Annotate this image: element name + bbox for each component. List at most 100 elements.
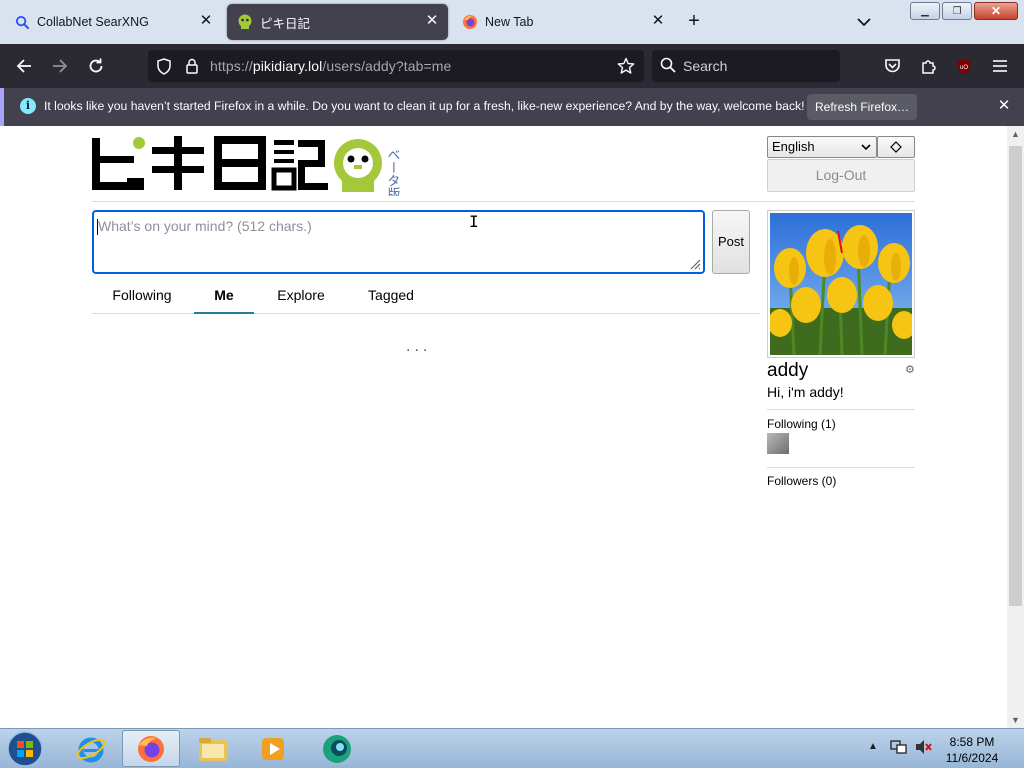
- magnifier-icon: [14, 14, 30, 30]
- taskbar-file-explorer[interactable]: [184, 730, 242, 767]
- ibeam-cursor-icon: I: [469, 212, 479, 231]
- resize-grip-icon[interactable]: [689, 258, 701, 270]
- close-notification-icon[interactable]: ✕: [994, 96, 1014, 116]
- lock-icon[interactable]: [183, 57, 201, 75]
- address-bar[interactable]: https://pikidiary.lol/users/addy?tab=me: [148, 50, 644, 82]
- back-button[interactable]: [10, 52, 38, 80]
- clock-time: 8:58 PM: [949, 735, 995, 749]
- tab-explore[interactable]: Explore: [266, 276, 336, 314]
- arrow-left-icon: [16, 59, 31, 73]
- minimize-button[interactable]: ▁: [910, 2, 940, 20]
- search-bar[interactable]: Search: [652, 50, 840, 82]
- following-count[interactable]: Following (1): [767, 417, 836, 431]
- restore-icon: ❐: [952, 5, 962, 17]
- pikidiary-icon: [237, 14, 253, 30]
- close-window-button[interactable]: ✕: [974, 2, 1018, 20]
- forward-button[interactable]: [46, 52, 74, 80]
- chevron-down-icon: [861, 144, 871, 151]
- following-user-avatar[interactable]: [767, 433, 789, 454]
- reload-button[interactable]: [82, 52, 110, 80]
- scroll-down-icon[interactable]: ▼: [1007, 712, 1024, 728]
- tab-strip: CollabNet SearXNG ✕ ピキ日記 ✕ New Tab ✕ + ▁…: [0, 0, 1024, 44]
- new-tab-button[interactable]: +: [682, 10, 706, 34]
- logo-beta-badge: ベータ版2: [385, 148, 401, 196]
- ublock-shield-icon: uO: [957, 58, 971, 74]
- app-menu-button[interactable]: [986, 52, 1014, 80]
- restore-button[interactable]: ❐: [942, 2, 972, 20]
- site-logo[interactable]: ベータ版2: [92, 134, 404, 208]
- hamburger-menu-icon: [993, 60, 1007, 72]
- language-value: English: [772, 139, 815, 154]
- url-text[interactable]: https://pikidiary.lol/users/addy?tab=me: [210, 58, 451, 74]
- svg-text:uO: uO: [960, 65, 968, 71]
- refresh-firefox-notification: i It looks like you haven’t started Fire…: [0, 88, 1024, 126]
- page-scrollbar[interactable]: ▲ ▼: [1007, 126, 1024, 728]
- close-tab-icon[interactable]: ✕: [424, 13, 440, 29]
- profile-avatar[interactable]: [767, 210, 916, 358]
- pocket-button[interactable]: [878, 52, 906, 80]
- post-compose-textarea[interactable]: What’s on your mind? (512 chars.): [92, 210, 705, 274]
- reload-icon: [89, 58, 103, 73]
- pocket-icon: [884, 59, 900, 73]
- compose-placeholder: What’s on your mind? (512 chars.): [98, 218, 312, 234]
- followers-count[interactable]: Followers (0): [767, 474, 836, 488]
- internet-explorer-icon: [76, 737, 106, 762]
- tab-title: New Tab: [485, 15, 534, 29]
- tab-new-tab[interactable]: New Tab ✕: [452, 4, 674, 40]
- firefox-icon: [462, 14, 478, 30]
- info-icon: i: [20, 98, 36, 114]
- scroll-up-icon[interactable]: ▲: [1007, 126, 1024, 142]
- taskbar-media-player[interactable]: [244, 730, 302, 767]
- taskbar-firefox[interactable]: [122, 730, 180, 767]
- shield-icon[interactable]: [155, 57, 173, 75]
- logout-button[interactable]: Log-Out: [767, 159, 915, 192]
- windows-logo-icon: [7, 731, 43, 767]
- start-button[interactable]: [6, 731, 46, 767]
- tab-pikidiary[interactable]: ピキ日記 ✕: [227, 4, 448, 40]
- window-controls: ▁ ❐ ✕: [910, 2, 1018, 20]
- url-path: /users/addy?tab=me: [322, 58, 452, 74]
- close-tab-icon[interactable]: ✕: [650, 13, 666, 29]
- header-divider: [92, 201, 915, 202]
- tab-title: CollabNet SearXNG: [37, 15, 149, 29]
- media-player-icon: [262, 737, 284, 760]
- taskbar-app[interactable]: [308, 730, 366, 767]
- extensions-button[interactable]: [914, 52, 942, 80]
- tab-tagged[interactable]: Tagged: [356, 276, 426, 314]
- diamond-icon: [890, 141, 902, 153]
- url-host: pikidiary.lol: [252, 58, 323, 74]
- profile-bio: Hi, i'm addy!: [767, 384, 844, 400]
- search-placeholder: Search: [683, 58, 728, 74]
- show-hidden-icons[interactable]: ▲: [868, 741, 878, 752]
- arrow-right-icon: [53, 59, 68, 73]
- theme-toggle-button[interactable]: [877, 136, 915, 158]
- refresh-firefox-button[interactable]: Refresh Firefox…: [807, 94, 917, 120]
- sidebar-divider: [767, 467, 915, 468]
- system-clock[interactable]: 8:58 PM 11/6/2024: [930, 734, 1014, 766]
- sidebar-divider: [767, 409, 915, 410]
- clock-date: 11/6/2024: [945, 751, 999, 765]
- tab-collabnet-searxng[interactable]: CollabNet SearXNG ✕: [4, 4, 222, 40]
- web-page: ベータ版2 English Log-Out What’s on your min…: [0, 126, 1007, 728]
- bookmark-star-icon[interactable]: [617, 57, 635, 75]
- minimize-icon: ▁: [921, 5, 929, 17]
- network-icon[interactable]: [890, 739, 908, 758]
- tab-following[interactable]: Following: [102, 276, 182, 314]
- scrollbar-thumb[interactable]: [1009, 146, 1022, 606]
- profile-tabs: Following Me Explore Tagged: [92, 276, 760, 314]
- folder-icon: [199, 737, 227, 761]
- chevron-down-icon: [857, 18, 871, 27]
- profile-username: addy: [767, 360, 809, 381]
- gear-icon[interactable]: ⚙: [905, 363, 915, 376]
- tab-me[interactable]: Me: [194, 276, 254, 314]
- close-tab-icon[interactable]: ✕: [198, 13, 214, 29]
- url-scheme: https://: [210, 58, 253, 74]
- tulips-image: [768, 213, 916, 356]
- language-select[interactable]: English: [767, 136, 877, 158]
- taskbar-internet-explorer[interactable]: [62, 730, 120, 767]
- close-icon: ✕: [990, 4, 1002, 18]
- post-button[interactable]: Post: [712, 210, 750, 274]
- text-caret: [97, 219, 98, 235]
- list-all-tabs-button[interactable]: [852, 10, 876, 34]
- ublock-origin-button[interactable]: uO: [950, 52, 978, 80]
